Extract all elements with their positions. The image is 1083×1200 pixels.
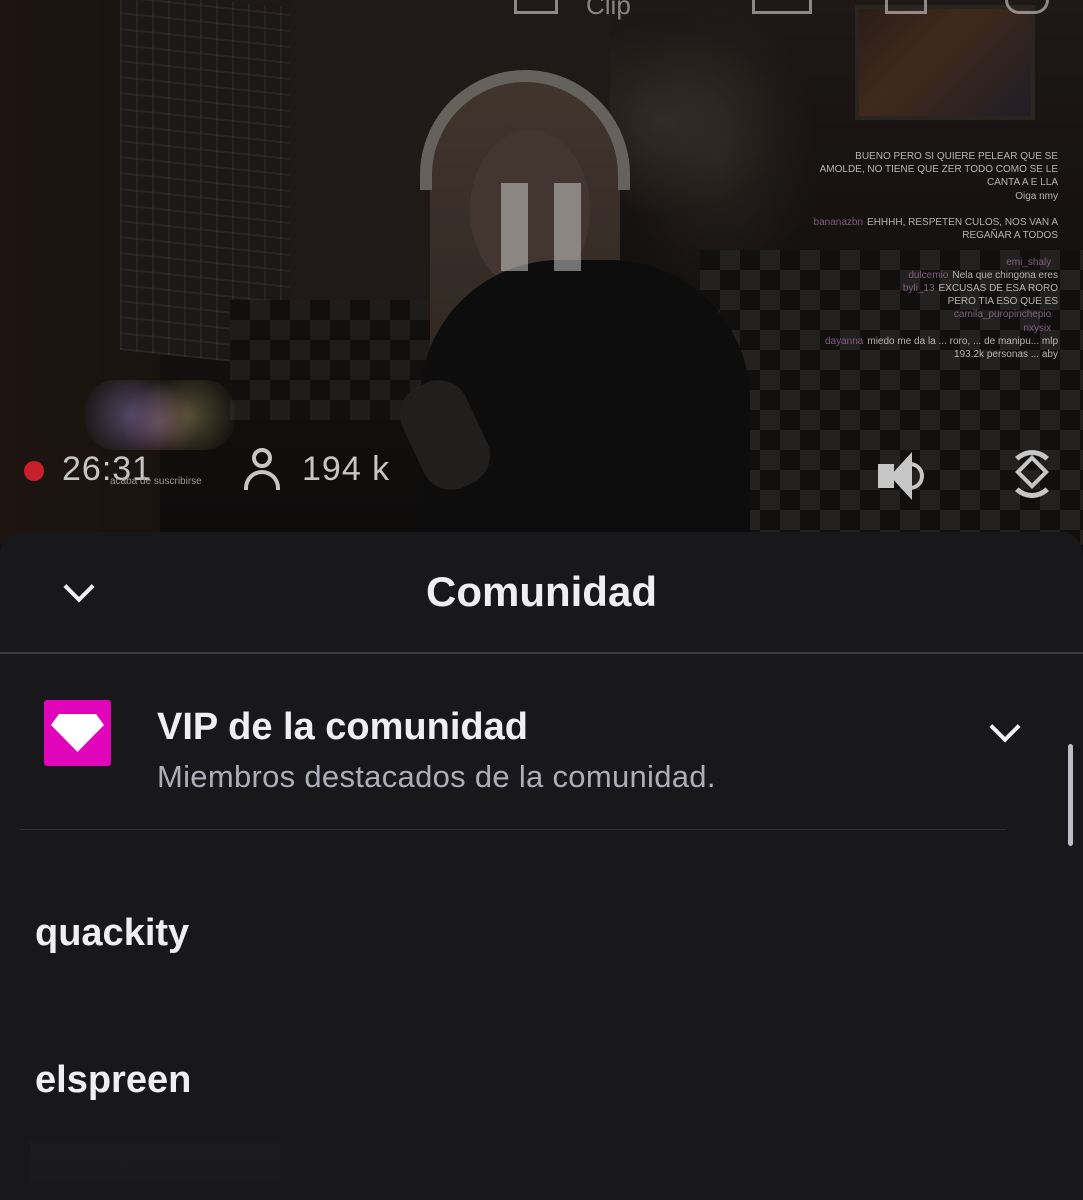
diamond-icon bbox=[51, 714, 104, 752]
chat-text: miedo me da la ... roro, ... de manipu..… bbox=[867, 335, 1058, 347]
vip-section-title: VIP de la comunidad bbox=[157, 706, 528, 748]
chat-message: BUENO PERO SI QUIERE PELEAR QUE SE AMOLD… bbox=[808, 150, 1058, 190]
cast-icon[interactable] bbox=[752, 0, 812, 14]
viewer-count: 194 k bbox=[302, 450, 391, 488]
scrollbar[interactable] bbox=[1068, 744, 1073, 846]
chat-message bbox=[808, 242, 1058, 255]
chat-text: 193.2k personas ... aby bbox=[954, 349, 1058, 361]
chat-text: Oiga nmy bbox=[1015, 190, 1058, 202]
sub-notification: acaba de suscribirse bbox=[110, 476, 202, 487]
divider bbox=[20, 829, 1005, 830]
chat-username: emi_shaly bbox=[1006, 256, 1052, 268]
chat-text bbox=[1055, 323, 1058, 334]
chat-text: EHHHH, RESPETEN CULOS, NOS VAN A REGAÑAR… bbox=[867, 217, 1058, 242]
chat-text: BUENO PERO SI QUIERE PELEAR QUE SE AMOLD… bbox=[819, 151, 1058, 189]
chat-username: dulcemio bbox=[908, 269, 949, 281]
volume-icon[interactable] bbox=[878, 448, 938, 504]
chat-text bbox=[1055, 204, 1058, 215]
chat-message: PERO TIA ESO QUE ES bbox=[808, 295, 1058, 308]
vip-section-subtitle: Miembros destacados de la comunidad. bbox=[157, 759, 716, 794]
vip-section-header[interactable]: VIP de la comunidad Miembros destacados … bbox=[0, 654, 1083, 832]
chat-text: Nela que chingona eres bbox=[952, 269, 1058, 281]
chat-username: camila_puropinchepio bbox=[953, 309, 1052, 321]
live-indicator bbox=[24, 461, 44, 481]
chat-message: nxysix bbox=[808, 322, 1058, 335]
chat-text: EXCUSAS DE ESA RORO bbox=[938, 283, 1058, 295]
video-player[interactable]: Clip BUENO PERO SI QUIERE PELEAR QUE SE … bbox=[0, 0, 1083, 545]
chat-message: byli_13 EXCUSAS DE ESA RORO bbox=[808, 282, 1058, 295]
community-sheet: Comunidad VIP de la comunidad Miembros d… bbox=[0, 532, 1083, 1200]
chat-username: bananazbn bbox=[813, 217, 864, 229]
chat-username: dayanna bbox=[824, 335, 864, 347]
chat-message: Oiga nmy bbox=[808, 190, 1058, 203]
chat-message: dulcemio Nela que chingona eres bbox=[808, 269, 1058, 282]
chat-text bbox=[1055, 243, 1058, 254]
chat-message: dayanna miedo me da la ... roro, ... de m… bbox=[808, 335, 1058, 348]
chat-message: bananazbn EHHHH, RESPETEN CULOS, NOS VAN … bbox=[808, 216, 1058, 242]
sheet-title: Comunidad bbox=[426, 568, 657, 615]
chat-message bbox=[808, 203, 1058, 216]
sheet-header: Comunidad bbox=[0, 532, 1083, 654]
chat-toggle-icon[interactable] bbox=[885, 0, 927, 14]
rotate-screen-icon[interactable] bbox=[1008, 446, 1056, 502]
person-icon bbox=[242, 448, 282, 492]
chevron-down-icon bbox=[989, 711, 1021, 743]
list-item[interactable]: elspreen bbox=[35, 1059, 191, 1102]
pause-button[interactable] bbox=[501, 183, 581, 271]
chat-message: camila_puropinchepio bbox=[808, 308, 1058, 321]
vip-badge bbox=[44, 700, 111, 766]
chat-username: byli_13 bbox=[902, 283, 935, 295]
chat-text bbox=[1055, 257, 1058, 268]
chat-username: nxysix bbox=[1023, 322, 1052, 334]
expand-button[interactable] bbox=[982, 711, 1028, 756]
chat-message: emi_shaly bbox=[808, 256, 1058, 269]
pause-icon bbox=[501, 183, 528, 271]
clip-label[interactable]: Clip bbox=[586, 0, 631, 21]
chat-overlay: BUENO PERO SI QUIERE PELEAR QUE SE AMOLD… bbox=[808, 150, 1058, 361]
list-item-faded bbox=[30, 1142, 280, 1200]
chat-message: 193.2k personas ... aby bbox=[808, 348, 1058, 361]
list-item[interactable]: quackity bbox=[35, 912, 189, 955]
chat-text bbox=[1055, 309, 1058, 320]
pause-icon-bar bbox=[554, 183, 581, 271]
chat-text: PERO TIA ESO QUE ES bbox=[947, 296, 1058, 308]
clip-icon[interactable] bbox=[514, 0, 558, 14]
